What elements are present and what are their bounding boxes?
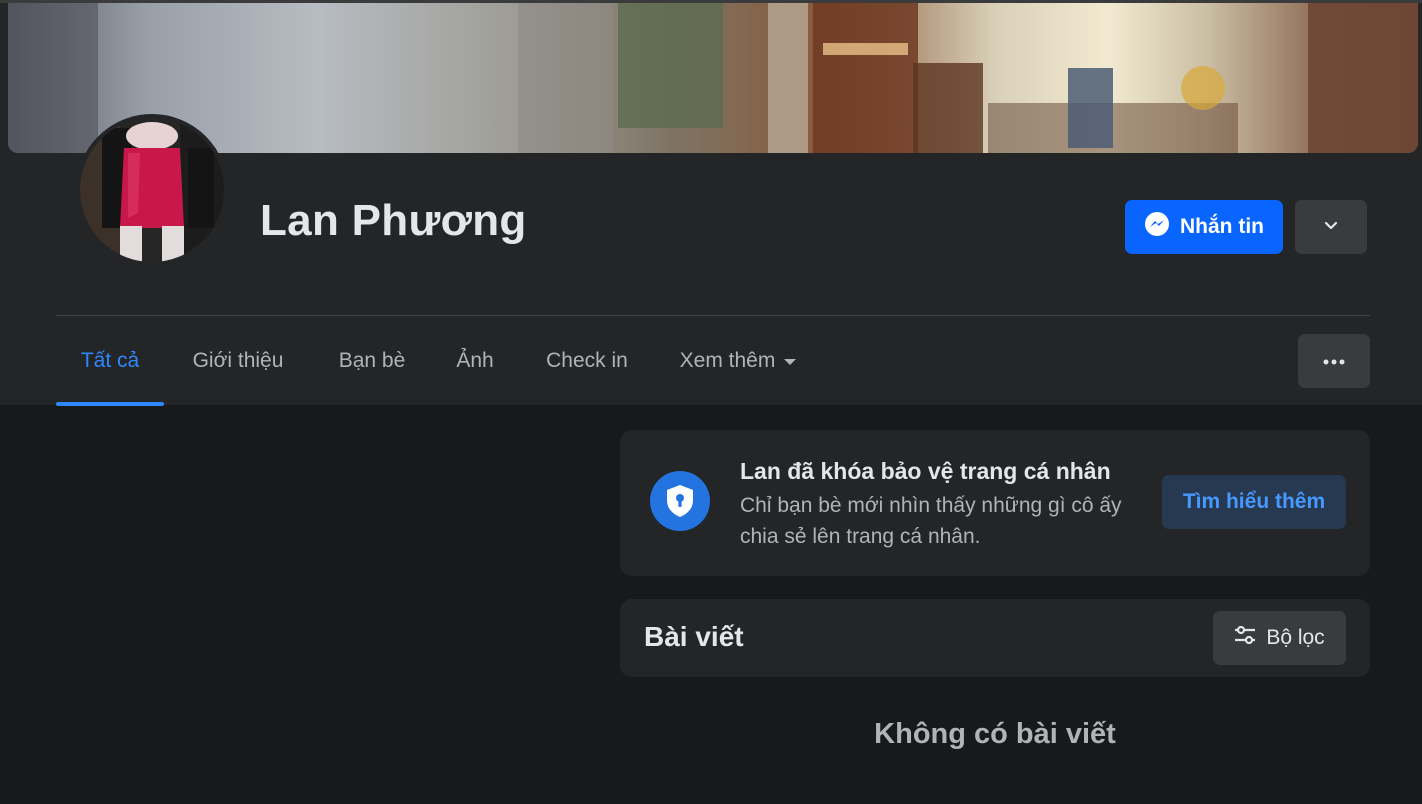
tab-friends-label: Bạn bè bbox=[338, 349, 406, 372]
profile-dropdown-button[interactable] bbox=[1295, 200, 1367, 254]
tab-photos-label: Ảnh bbox=[456, 349, 494, 372]
message-button-label: Nhắn tin bbox=[1180, 215, 1264, 238]
tab-friends[interactable]: Bạn bè bbox=[324, 316, 420, 406]
learn-more-label: Tìm hiểu thêm bbox=[1182, 490, 1326, 513]
profile-header: Lan Phương Nhắn tin Tất cả Giới thiệu Bạ… bbox=[0, 0, 1422, 406]
more-horizontal-icon bbox=[1323, 352, 1345, 370]
cover-photo-image bbox=[8, 3, 1418, 153]
tab-all[interactable]: Tất cả bbox=[56, 316, 164, 406]
tab-check-in[interactable]: Check in bbox=[532, 316, 642, 406]
active-tab-indicator bbox=[56, 402, 164, 406]
lock-notice-description: Chỉ bạn bè mới nhìn thấy những gì cô ấy … bbox=[740, 494, 1122, 548]
message-button[interactable]: Nhắn tin bbox=[1125, 200, 1283, 254]
tab-about[interactable]: Giới thiệu bbox=[176, 316, 300, 406]
tab-check-in-label: Check in bbox=[546, 349, 628, 372]
shield-lock-icon bbox=[650, 471, 710, 531]
cover-photo[interactable] bbox=[8, 3, 1418, 153]
learn-more-button[interactable]: Tìm hiểu thêm bbox=[1162, 475, 1346, 529]
tab-see-more-label: Xem thêm bbox=[679, 349, 776, 372]
profile-page: Lan Phương Nhắn tin Tất cả Giới thiệu Bạ… bbox=[0, 0, 1422, 804]
chevron-down-icon bbox=[1323, 217, 1339, 238]
avatar-image bbox=[80, 118, 224, 262]
no-posts-message: Không có bài viết bbox=[874, 718, 1116, 750]
profile-lock-notice: Lan đã khóa bảo vệ trang cá nhân Chỉ bạn… bbox=[620, 430, 1370, 576]
filter-button[interactable]: Bộ lọc bbox=[1213, 611, 1346, 665]
posts-title: Bài viết bbox=[644, 621, 744, 652]
tab-see-more[interactable]: Xem thêm bbox=[666, 316, 811, 406]
lock-notice-title: Lan đã khóa bảo vệ trang cá nhân bbox=[740, 458, 1111, 484]
filter-label: Bộ lọc bbox=[1266, 626, 1325, 649]
more-options-button[interactable] bbox=[1298, 334, 1370, 388]
filter-sliders-icon bbox=[1234, 625, 1256, 650]
tab-about-label: Giới thiệu bbox=[192, 349, 284, 372]
messenger-icon bbox=[1144, 211, 1170, 243]
caret-down-icon bbox=[783, 349, 797, 373]
tab-photos[interactable]: Ảnh bbox=[442, 316, 508, 406]
profile-avatar[interactable] bbox=[76, 114, 228, 266]
posts-header-card: Bài viết Bộ lọc bbox=[620, 599, 1370, 677]
profile-name: Lan Phương bbox=[260, 196, 527, 245]
tab-all-label: Tất cả bbox=[80, 349, 140, 372]
